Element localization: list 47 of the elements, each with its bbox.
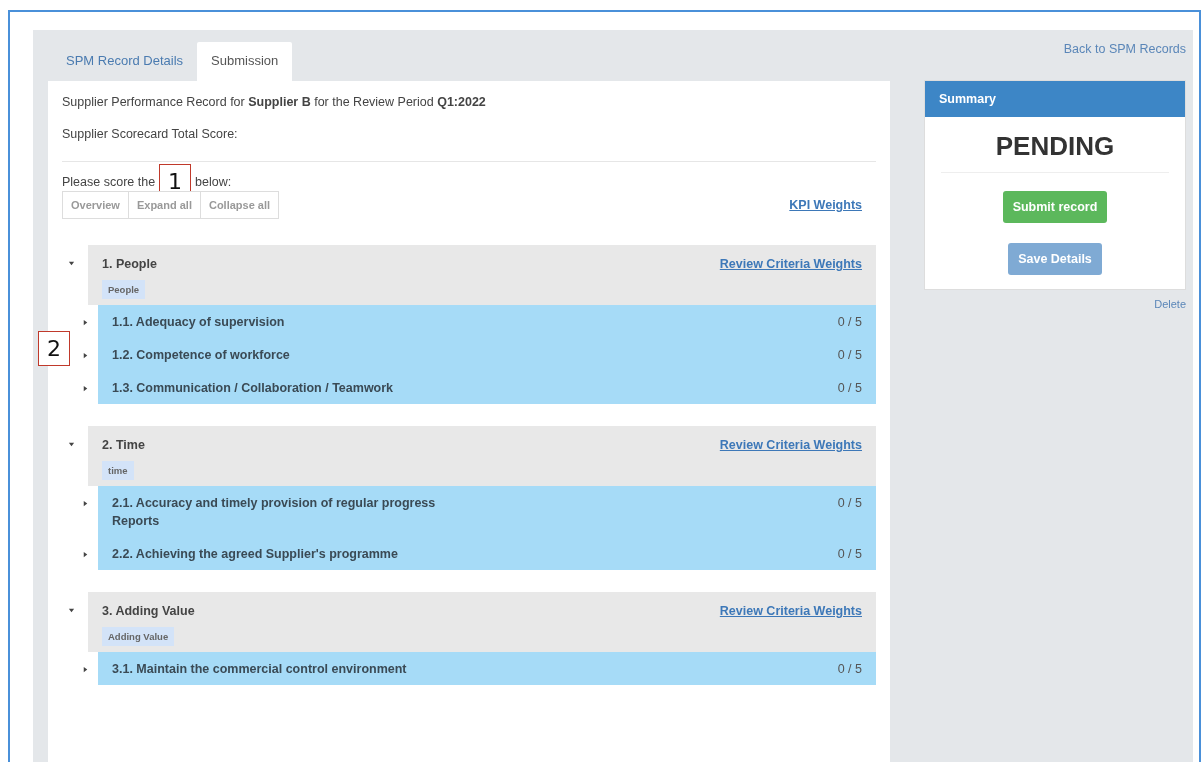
summary-header: Summary xyxy=(925,81,1185,117)
delete-link[interactable]: Delete xyxy=(1154,298,1186,310)
view-button[interactable]: Collapse all xyxy=(199,191,280,219)
instruction-text: below: xyxy=(195,174,232,189)
category-tag: Adding Value xyxy=(102,627,175,646)
expand-caret-icon[interactable] xyxy=(82,319,89,326)
tab[interactable]: Submission xyxy=(197,42,293,81)
review-criteria-weights-link[interactable]: Review Criteria Weights xyxy=(719,438,862,452)
review-criteria-weights-link[interactable]: Review Criteria Weights xyxy=(719,257,862,271)
collapse-caret-icon[interactable] xyxy=(68,607,75,614)
callout-label: 2 xyxy=(38,331,70,366)
status-text: PENDING xyxy=(941,117,1169,173)
criterion-score: 0 / 5 xyxy=(837,380,862,397)
collapse-caret-icon[interactable] xyxy=(68,260,75,267)
view-button[interactable]: Expand all xyxy=(127,191,201,219)
instruction-text: Please score the xyxy=(62,174,156,189)
view-button[interactable]: Overview xyxy=(62,191,129,219)
total-score-label: Supplier Scorecard Total Score: xyxy=(62,127,239,141)
expand-caret-icon[interactable] xyxy=(82,551,89,558)
criterion-title: 1.1. Adequacy of supervision xyxy=(112,314,285,331)
group-title: 2. Time xyxy=(102,438,145,452)
criterion-score: 0 / 5 xyxy=(837,495,862,512)
expand-caret-icon[interactable] xyxy=(82,385,89,392)
back-link[interactable]: Back to SPM Records xyxy=(1063,42,1186,56)
criterion-title: 2.1. Accuracy and timely provision of regular progress Reports xyxy=(112,495,437,530)
criterion-score: 0 / 5 xyxy=(837,314,862,331)
save-button[interactable]: Save Details xyxy=(1008,243,1102,275)
category-tag: People xyxy=(102,280,146,299)
submit-button[interactable]: Submit record xyxy=(1002,191,1108,223)
criterion-title: 2.2. Achieving the agreed Supplier's programme xyxy=(112,546,398,563)
criterion-score: 0 / 5 xyxy=(837,347,862,364)
category-tag: time xyxy=(102,461,134,480)
expand-caret-icon[interactable] xyxy=(82,666,89,673)
criterion-score: 0 / 5 xyxy=(837,546,862,563)
criterion-title: 3.1. Maintain the commercial control environment xyxy=(112,661,407,678)
kpi-weights-link[interactable]: KPI Weights xyxy=(789,198,862,212)
record-description: Supplier Performance Record for Supplier B for the Review Period Q1:2022 xyxy=(62,95,487,109)
collapse-caret-icon[interactable] xyxy=(68,441,75,448)
criterion-title: 1.2. Competence of workforce xyxy=(112,347,290,364)
group-title: 1. People xyxy=(102,257,157,271)
criterion-title: 1.3. Communication / Collaboration / Teamwork xyxy=(112,380,394,397)
review-criteria-weights-link[interactable]: Review Criteria Weights xyxy=(719,604,862,618)
expand-caret-icon[interactable] xyxy=(82,500,89,507)
expand-caret-icon[interactable] xyxy=(82,352,89,359)
group-title: 3. Adding Value xyxy=(102,604,195,618)
tab[interactable]: SPM Record Details xyxy=(52,42,198,81)
criterion-score: 0 / 5 xyxy=(837,661,862,678)
